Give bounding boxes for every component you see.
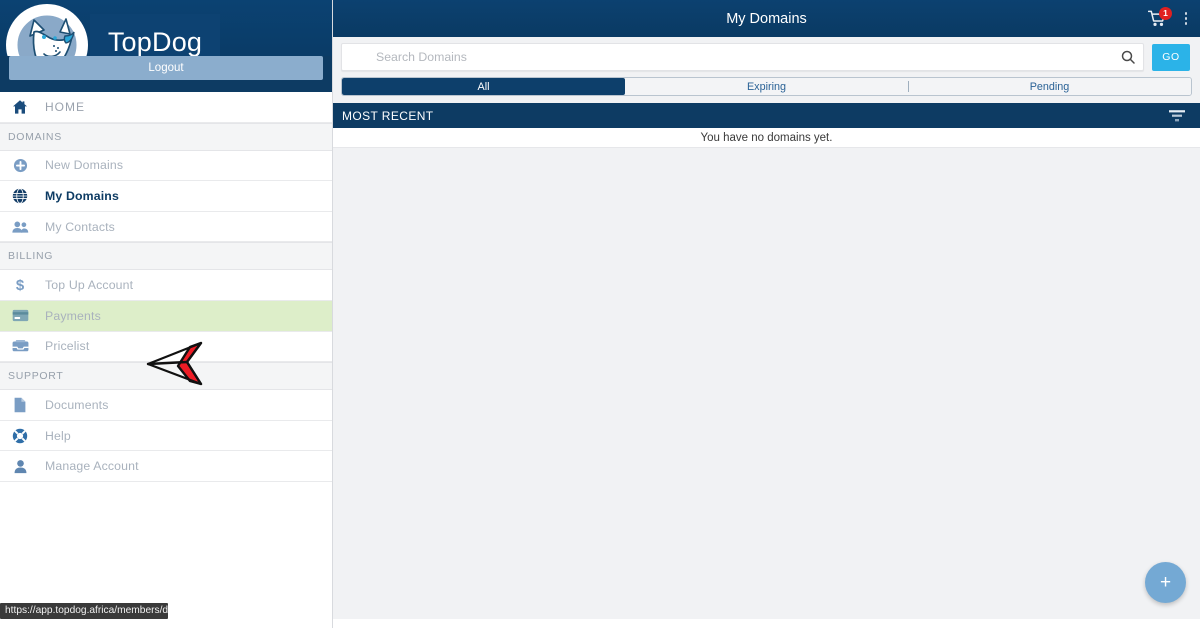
sidebar-item-help[interactable]: Help (0, 420, 332, 452)
sidebar-item-new-domains[interactable]: New Domains (0, 150, 332, 182)
sidebar-item-home[interactable]: HOME (0, 92, 332, 123)
filter-icon (1169, 109, 1185, 121)
domain-filter-tabs: All Expiring Pending (341, 77, 1192, 96)
search-bar: GO (333, 37, 1200, 77)
sidebar-section-domains: DOMAINS (0, 122, 332, 151)
empty-state-message: You have no domains yet. (333, 128, 1200, 148)
sidebar-item-label: Pricelist (45, 339, 90, 354)
sidebar-item-label: New Domains (45, 158, 124, 173)
most-recent-bar: MOST RECENT (333, 103, 1200, 128)
header-actions: 1 (1146, 0, 1194, 37)
plus-icon: + (1159, 572, 1172, 593)
logout-container: Logout (0, 56, 332, 92)
tab-all[interactable]: All (342, 78, 625, 95)
tab-pending[interactable]: Pending (908, 78, 1191, 95)
sidebar: TopDog Logout HOME DOMAINS New Domains M… (0, 0, 333, 628)
add-domain-fab[interactable]: + (1145, 562, 1186, 603)
page-bottom-edge (333, 619, 1200, 628)
credit-card-icon (5, 309, 35, 322)
brand-header: TopDog Logout (0, 0, 332, 92)
plus-circle-icon (5, 158, 35, 173)
sidebar-item-label: Help (45, 428, 71, 443)
search-field-wrapper[interactable] (341, 43, 1144, 71)
svg-text:$: $ (16, 277, 25, 293)
status-bar-url: https://app.topdog.africa/members/domain… (0, 603, 168, 619)
page-title: My Domains (726, 10, 807, 27)
search-go-button[interactable]: GO (1152, 43, 1190, 71)
lifebuoy-icon (5, 428, 35, 444)
sidebar-item-documents[interactable]: Documents (0, 390, 332, 421)
sidebar-item-label: My Domains (45, 188, 119, 203)
vertical-dots-icon (1184, 12, 1188, 15)
sidebar-section-support: SUPPORT (0, 362, 332, 391)
sidebar-item-my-domains[interactable]: My Domains (0, 181, 332, 212)
app-root: TopDog Logout HOME DOMAINS New Domains M… (0, 0, 1200, 628)
sidebar-item-label: Documents (45, 397, 109, 412)
main-panel: My Domains 1 Search Domains GO All Expir… (333, 0, 1200, 628)
filter-button[interactable] (1154, 103, 1200, 128)
sidebar-item-manage-account[interactable]: Manage Account (0, 451, 332, 482)
globe-icon (5, 188, 35, 204)
sidebar-item-top-up-account[interactable]: $ Top Up Account (0, 270, 332, 301)
domain-list-area: + (333, 148, 1200, 628)
inbox-icon (5, 339, 35, 353)
person-icon (5, 459, 35, 474)
sidebar-item-label: Payments (45, 308, 101, 323)
home-icon (5, 99, 35, 115)
sidebar-item-my-contacts[interactable]: My Contacts (0, 211, 332, 243)
contacts-icon (5, 220, 35, 234)
logout-button[interactable]: Logout (9, 56, 323, 80)
brand-name: TopDog (107, 26, 203, 57)
sidebar-section-billing: BILLING (0, 242, 332, 271)
sidebar-item-label: Manage Account (45, 459, 139, 474)
cart-badge-count: 1 (1159, 6, 1172, 20)
shopping-cart-button[interactable]: 1 (1146, 6, 1172, 30)
page-header: My Domains 1 (333, 0, 1200, 37)
sidebar-item-label: HOME (45, 99, 85, 114)
document-icon (5, 397, 35, 413)
sidebar-nav: HOME DOMAINS New Domains My Domains My C… (0, 92, 332, 482)
sidebar-item-label: Top Up Account (45, 278, 134, 293)
sidebar-item-label: My Contacts (45, 219, 115, 234)
search-input[interactable] (376, 50, 1135, 64)
sidebar-item-pricelist[interactable]: Pricelist (0, 331, 332, 363)
most-recent-label: MOST RECENT (342, 108, 434, 123)
dollar-icon: $ (5, 277, 35, 293)
search-icon[interactable] (1121, 50, 1135, 64)
tab-expiring[interactable]: Expiring (625, 78, 908, 95)
sidebar-item-payments[interactable]: Payments (0, 300, 332, 332)
overflow-menu-button[interactable] (1178, 8, 1194, 30)
